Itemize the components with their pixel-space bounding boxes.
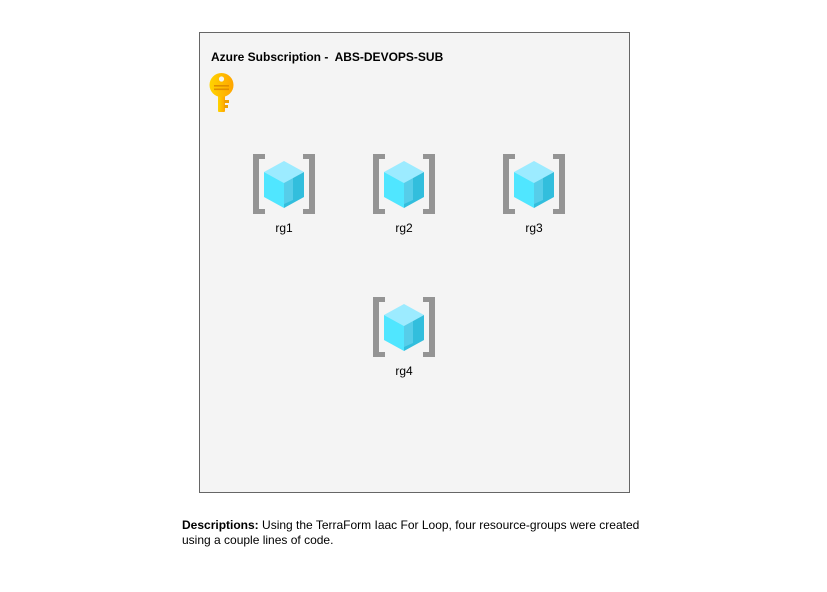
resource-group-rg4: rg4 — [358, 295, 448, 385]
resource-group-icon — [373, 154, 435, 214]
resource-group-label: rg4 — [395, 364, 413, 378]
subscription-title: Azure Subscription - ABS-DEVOPS-SUB — [211, 50, 444, 64]
resource-group-rg3: rg3 — [488, 152, 578, 242]
resource-group-label: rg1 — [275, 221, 293, 235]
description-text: Descriptions: Using the TerraForm Iaac F… — [182, 518, 652, 548]
resource-group-label: rg2 — [395, 221, 413, 235]
resource-group-icon — [373, 297, 435, 357]
resource-group-rg1: rg1 — [238, 152, 328, 242]
resource-group-icon — [253, 154, 315, 214]
key-icon — [209, 73, 234, 112]
resource-group-rg2: rg2 — [358, 152, 448, 242]
diagram-canvas: Azure Subscription - ABS-DEVOPS-SUB rg1 … — [0, 0, 827, 592]
description-label: Descriptions: — [182, 518, 259, 532]
resource-group-icon — [503, 154, 565, 214]
subscription-container: Azure Subscription - ABS-DEVOPS-SUB rg1 … — [199, 32, 630, 493]
resource-group-label: rg3 — [525, 221, 543, 235]
